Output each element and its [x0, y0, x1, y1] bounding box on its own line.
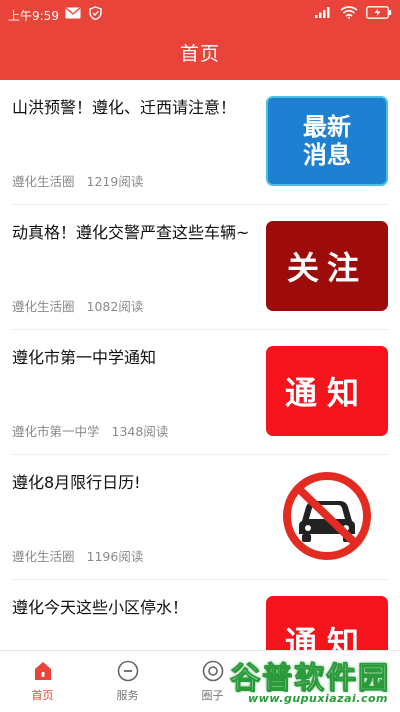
shield-icon	[89, 6, 102, 20]
thumbnail-label: 最新消息	[303, 113, 351, 169]
news-source: 遵化生活圈	[12, 174, 75, 189]
news-thumbnail[interactable]	[266, 471, 388, 561]
news-reads: 1196阅读	[86, 549, 144, 564]
news-title[interactable]: 遵化8月限行日历!	[12, 471, 252, 495]
news-title[interactable]: 遵化今天这些小区停水！	[12, 596, 252, 620]
tab-label: 首页	[31, 689, 54, 702]
tab-home[interactable]: 首页	[0, 651, 85, 712]
news-item[interactable]: 遵化8月限行日历! 遵化生活圈 1196阅读	[12, 455, 388, 580]
status-bar: 上午9:59	[0, 0, 400, 28]
news-thumbnail[interactable]: 通知	[266, 346, 388, 436]
news-meta: 遵化生活圈 1196阅读	[12, 546, 143, 565]
tab-service[interactable]: 服务	[85, 651, 170, 712]
news-item[interactable]: 山洪预警！遵化、迁西请注意！ 遵化生活圈 1219阅读 最新消息	[12, 80, 388, 205]
page-header: 首页	[0, 28, 400, 80]
page-title: 首页	[179, 43, 220, 65]
news-thumbnail[interactable]: 通知	[266, 596, 388, 650]
thumbnail-label: 通知	[284, 374, 369, 412]
home-icon	[34, 662, 51, 680]
news-meta: 遵化生活圈 1082阅读	[12, 296, 143, 315]
mail-icon	[65, 7, 81, 19]
news-item[interactable]: 动真格！遵化交警严查这些车辆~ 遵化生活圈 1082阅读 关注	[12, 205, 388, 330]
status-time: 上午9:59	[8, 9, 59, 23]
thumbnail-label: 通知	[284, 624, 369, 650]
news-meta: 遵化市第一中学 1348阅读	[12, 421, 168, 440]
watermark-url: www.gupuxiazai.com	[248, 692, 388, 705]
news-feed[interactable]: 山洪预警！遵化、迁西请注意！ 遵化生活圈 1219阅读 最新消息 动真格！遵化交警…	[0, 80, 400, 650]
news-title[interactable]: 遵化市第一中学通知	[12, 346, 252, 370]
signal-icon	[315, 7, 330, 18]
news-title[interactable]: 动真格！遵化交警严查这些车辆~	[12, 221, 252, 245]
news-source: 遵化生活圈	[12, 549, 75, 564]
news-meta: 遵化生活圈 1219阅读	[12, 171, 143, 190]
news-reads: 1219阅读	[86, 174, 144, 189]
watermark-logo: 谷普软件园 www.gupuxiazai.com	[202, 653, 392, 706]
battery-icon	[366, 5, 392, 19]
news-item[interactable]: 遵化市第一中学通知 遵化市第一中学 1348阅读 通知	[12, 330, 388, 455]
news-reads: 1082阅读	[86, 299, 144, 314]
service-icon	[117, 660, 138, 682]
watermark-brand: 谷普软件园	[230, 661, 390, 697]
news-source: 遵化生活圈	[12, 299, 75, 314]
wifi-icon	[340, 6, 358, 19]
news-thumbnail[interactable]: 关注	[266, 221, 388, 311]
news-reads: 1348阅读	[111, 424, 169, 439]
news-item[interactable]: 遵化今天这些小区停水！ 通知	[12, 580, 388, 650]
thumbnail-label: 关注	[286, 249, 367, 287]
no-car-sign-icon	[283, 472, 371, 560]
tab-label: 服务	[116, 689, 139, 702]
news-thumbnail[interactable]: 最新消息	[266, 96, 388, 186]
news-title[interactable]: 山洪预警！遵化、迁西请注意！	[12, 96, 252, 120]
news-source: 遵化市第一中学	[12, 424, 100, 439]
